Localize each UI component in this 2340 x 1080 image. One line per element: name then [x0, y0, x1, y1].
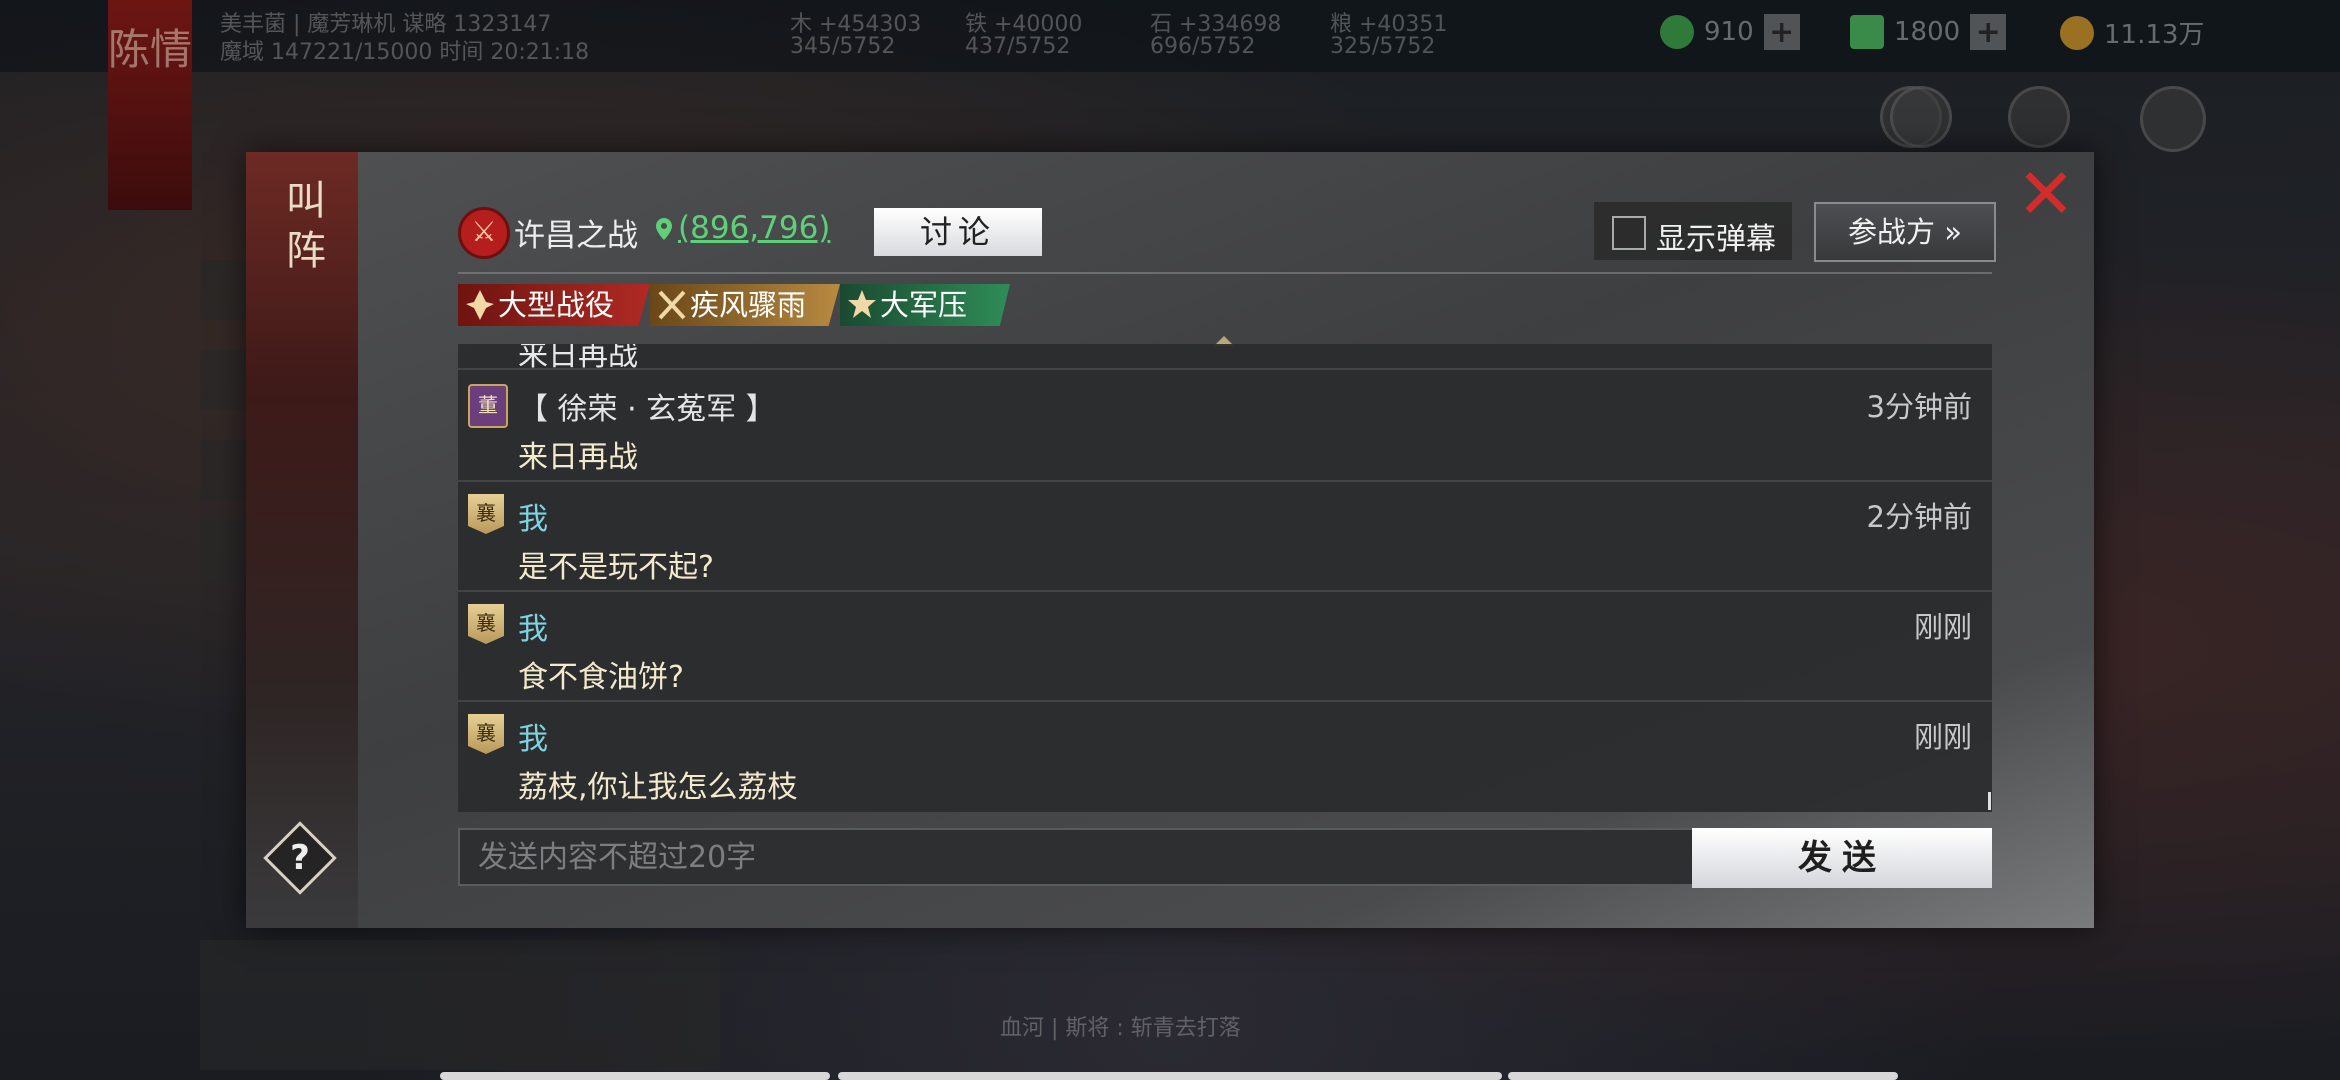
- message-content: 是不是玩不起?: [518, 550, 714, 585]
- participants-button[interactable]: 参战方 »: [1814, 202, 1996, 262]
- location-pin-icon[interactable]: [2140, 86, 2206, 152]
- message-content: 来日再战: [518, 440, 638, 475]
- scroll-indicator: [1508, 1072, 1898, 1080]
- tag-storm: 疾风骤雨: [650, 284, 840, 326]
- battle-tag-icon: [466, 290, 494, 320]
- currency-gold: 11.13万: [2060, 14, 2204, 51]
- close-button[interactable]: ✕: [2016, 159, 2076, 229]
- avatar[interactable]: 襄: [468, 714, 504, 754]
- search-icon[interactable]: [2008, 86, 2070, 148]
- res-cap-grain: 325/5752: [1330, 34, 1436, 59]
- add-jade-button[interactable]: +: [1763, 14, 1800, 50]
- list-item: 襄 我 刚刚 荔枝,你让我怎么荔枝: [458, 700, 1992, 810]
- send-button[interactable]: 发送: [1692, 828, 1992, 888]
- sender-name[interactable]: 我: [518, 494, 548, 538]
- scroll-indicator: [838, 1072, 1502, 1080]
- list-item: 来日再战: [458, 344, 1992, 373]
- tag-label: 疾风骤雨: [690, 288, 807, 322]
- list-item: 董 【 徐荣 · 玄菟军 】 3分钟前 来日再战: [458, 370, 1992, 482]
- chat-input[interactable]: [458, 828, 1714, 886]
- player-info-line2: 魔域 147221/15000 时间 20:21:18: [220, 40, 590, 65]
- copper-icon: [1850, 15, 1884, 49]
- avatar[interactable]: 董: [468, 384, 508, 428]
- help-button[interactable]: ?: [263, 821, 337, 895]
- tag-label: 大型战役: [498, 288, 615, 322]
- jade-icon: [1660, 15, 1694, 49]
- sender-name[interactable]: 我: [518, 714, 548, 758]
- petition-banner-label: 陈情: [108, 25, 193, 74]
- side-menu-item[interactable]: [200, 350, 252, 410]
- coordinates-link[interactable]: (896,796): [678, 210, 830, 246]
- side-title: 叫阵: [286, 178, 326, 274]
- tag-large-battle: 大型战役: [458, 284, 650, 326]
- side-menu-item[interactable]: [200, 520, 252, 580]
- help-icon: ?: [290, 838, 310, 878]
- tag-army-pressure: 大军压境: [840, 284, 1010, 326]
- currency-copper-value: 1800: [1894, 17, 1961, 47]
- map-pin-icon: [656, 218, 672, 240]
- message-scrollbar[interactable]: [1988, 792, 1991, 810]
- crossed-swords-icon: ⚔: [458, 207, 510, 259]
- side-menu-item[interactable]: [200, 260, 252, 320]
- scroll-indicator: [440, 1072, 830, 1080]
- barrage-label[interactable]: 显示弹幕: [1656, 214, 1776, 258]
- petition-banner[interactable]: 陈情: [108, 0, 192, 210]
- army-card-row[interactable]: [200, 940, 720, 1070]
- list-item: 襄 我 2分钟前 是不是玩不起?: [458, 480, 1992, 592]
- message-time: 刚刚: [1913, 720, 1972, 754]
- sender-name[interactable]: 【 徐荣 · 玄菟军 】: [518, 384, 776, 428]
- army-tag-icon: [848, 290, 876, 318]
- message-list[interactable]: 来日再战 董 【 徐荣 · 玄菟军 】 3分钟前 来日再战 襄 我 2分钟前 是…: [458, 344, 1992, 812]
- side-menu-item[interactable]: [200, 440, 252, 500]
- message-time: 3分钟前: [1866, 390, 1972, 424]
- message-time: 刚刚: [1913, 610, 1972, 644]
- discuss-button[interactable]: 讨论: [874, 208, 1042, 256]
- message-content: 荔枝,你让我怎么荔枝: [518, 770, 798, 805]
- add-copper-button[interactable]: +: [1970, 14, 2007, 50]
- avatar[interactable]: 襄: [468, 604, 504, 644]
- currency-gold-value: 11.13万: [2104, 20, 2205, 50]
- side-tab: 叫阵 ?: [246, 152, 358, 928]
- bottom-chat-line[interactable]: 血河 | 斯将 : 斩青去打落: [1000, 1010, 1241, 1042]
- currency-jade: 910 +: [1660, 14, 1800, 50]
- battle-name: 许昌之战: [514, 218, 638, 254]
- avatar[interactable]: 襄: [468, 494, 504, 534]
- list-item: 襄 我 刚刚 食不食油饼?: [458, 590, 1992, 702]
- barrage-checkbox[interactable]: [1612, 216, 1646, 250]
- world-icon[interactable]: [1890, 86, 1952, 148]
- res-cap-wood: 345/5752: [790, 34, 896, 59]
- currency-jade-value: 910: [1704, 17, 1754, 47]
- challenge-dialog: 叫阵 ? ✕ ⚔ 许昌之战 (896,796) 讨论 显示弹幕 参战方 » 大型…: [246, 152, 2094, 928]
- header-divider: [458, 272, 1992, 274]
- res-cap-iron: 437/5752: [965, 34, 1071, 59]
- res-cap-stone: 696/5752: [1150, 34, 1256, 59]
- swords-tag-icon: [658, 290, 686, 320]
- currency-copper: 1800 +: [1850, 14, 2007, 50]
- message-time: 2分钟前: [1866, 500, 1972, 534]
- message-content: 食不食油饼?: [518, 660, 684, 695]
- gold-icon: [2060, 15, 2094, 50]
- sender-name[interactable]: 我: [518, 604, 548, 648]
